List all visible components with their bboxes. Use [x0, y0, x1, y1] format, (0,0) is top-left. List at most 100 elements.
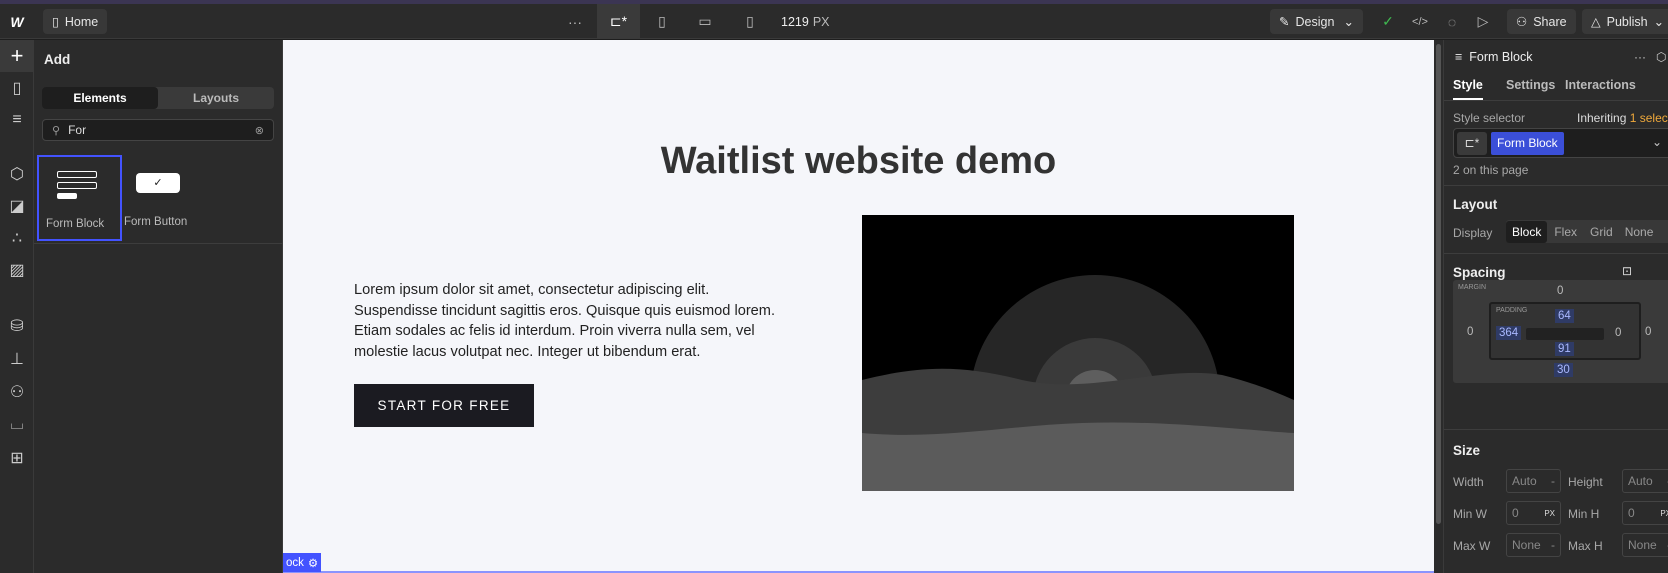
element-name: Form Block: [1469, 50, 1533, 64]
max-width-input[interactable]: None -: [1506, 533, 1561, 557]
cms-database-icon[interactable]: ⛁: [0, 310, 34, 342]
style-selectors-icon[interactable]: ◪: [0, 190, 34, 222]
rocket-icon: △: [1591, 15, 1601, 29]
inheriting-info[interactable]: Inheriting 1 selecto: [1577, 111, 1668, 125]
tab-elements[interactable]: Elements: [42, 87, 158, 109]
unit[interactable]: PX: [1544, 509, 1555, 518]
code-icon[interactable]: </>: [1410, 4, 1430, 39]
hero-paragraph[interactable]: Lorem ipsum dolor sit amet, consectetur …: [354, 280, 789, 362]
padding-bottom[interactable]: 91: [1555, 342, 1574, 356]
form-block-icon-line: [57, 182, 97, 189]
form-button-check-icon: ✓: [136, 173, 180, 193]
max-height-input[interactable]: None-: [1622, 533, 1668, 557]
search-value: For: [68, 123, 87, 137]
left-icon-rail: + ▯ ≡ ⬡ ◪ ∴ ▨ ⛁ ⊥ ⚇ ⌴ ⊞: [0, 40, 34, 573]
page-selector[interactable]: ▯ Home: [43, 9, 108, 34]
max-width-value: None: [1512, 538, 1541, 552]
height-label: Height: [1568, 475, 1603, 489]
navigator-icon[interactable]: ≡: [0, 104, 34, 136]
desktop-breakpoint-icon[interactable]: ⊏*: [597, 4, 640, 39]
clear-search-icon[interactable]: ⊗: [255, 124, 264, 137]
spacing-section-title[interactable]: Spacing: [1453, 265, 1506, 280]
design-canvas[interactable]: Waitlist website demo Lorem ipsum dolor …: [283, 40, 1434, 573]
chevron-down-icon[interactable]: ⌄: [1652, 135, 1662, 149]
assets-image-icon[interactable]: ▨: [0, 254, 34, 286]
element-label: Form Block: [46, 218, 105, 230]
apps-icon[interactable]: ⊞: [0, 442, 34, 474]
top-bar: W ▯ Home ··· ⊏* ▯ ▭ ▯ 1219 PX ✎ Design ⌄ ✓ <…: [0, 4, 1668, 39]
min-width-input[interactable]: 0 PX: [1506, 501, 1561, 525]
spacing-toggle-icon[interactable]: ⊡: [1622, 264, 1632, 278]
height-input[interactable]: Auto-: [1622, 469, 1668, 493]
margin-box[interactable]: MARGIN 0 0 0 30 PADDING 64 364 0 91: [1453, 280, 1668, 383]
publish-button[interactable]: △ Publish ⌄: [1582, 9, 1668, 34]
page-heading[interactable]: Waitlist website demo: [283, 140, 1434, 183]
tab-style[interactable]: Style: [1453, 78, 1483, 100]
mobile-portrait-breakpoint-icon[interactable]: ▯: [740, 4, 760, 39]
width-unit: PX: [812, 14, 830, 29]
tab-layouts[interactable]: Layouts: [158, 87, 274, 109]
hero-image-placeholder[interactable]: [862, 215, 1294, 491]
element-form-block[interactable]: Form Block: [37, 155, 122, 241]
max-height-label: Max H: [1568, 539, 1603, 553]
component-cube-icon[interactable]: ⬡: [1656, 50, 1666, 64]
page-name: Home: [64, 14, 99, 29]
margin-top[interactable]: 0: [1557, 285, 1563, 297]
share-button[interactable]: ⚇ Share: [1507, 9, 1576, 34]
comment-icon[interactable]: ◌: [1442, 4, 1462, 39]
selector-chip[interactable]: Form Block: [1491, 132, 1564, 155]
gear-icon[interactable]: ⚙: [308, 556, 318, 570]
add-plus-icon[interactable]: +: [0, 40, 34, 72]
ecommerce-basket-icon[interactable]: ⌴: [0, 409, 34, 441]
margin-right[interactable]: 0: [1645, 326, 1651, 338]
padding-left[interactable]: 364: [1496, 326, 1522, 340]
more-icon[interactable]: ···: [1634, 50, 1646, 64]
tablet-breakpoint-icon[interactable]: ▯: [652, 4, 672, 39]
margin-left[interactable]: 0: [1467, 326, 1473, 338]
page-icon: ▯: [52, 15, 59, 29]
logic-flow-icon[interactable]: ⊥: [0, 343, 34, 375]
selected-element-header: ≡ Form Block: [1455, 50, 1533, 64]
display-none[interactable]: None: [1619, 221, 1660, 243]
pages-icon[interactable]: ▯: [0, 72, 34, 104]
webflow-logo-icon[interactable]: W: [0, 4, 34, 39]
style-panel: ≡ Form Block ··· ⬡ Style Settings Interac…: [1443, 40, 1668, 573]
preview-play-icon[interactable]: ▷: [1473, 4, 1493, 39]
form-block-icon: ≡: [1455, 50, 1463, 64]
variables-drops-icon[interactable]: ∴: [0, 222, 34, 254]
divider: [1444, 253, 1668, 254]
canvas-scrollbar[interactable]: [1434, 40, 1443, 573]
selected-element-label[interactable]: ock ⚙: [283, 553, 322, 572]
display-block[interactable]: Block: [1506, 220, 1548, 243]
unit[interactable]: PX: [1660, 509, 1668, 518]
search-input[interactable]: ⚲ For ⊗: [42, 119, 274, 141]
padding-top[interactable]: 64: [1555, 309, 1574, 323]
padding-box[interactable]: PADDING 64 364 0 91: [1489, 302, 1641, 360]
on-page-count: 2 on this page: [1453, 163, 1529, 177]
more-button[interactable]: ···: [560, 4, 590, 39]
users-icon[interactable]: ⚇: [0, 376, 34, 408]
mode-dropdown[interactable]: ✎ Design ⌄: [1270, 9, 1363, 34]
start-for-free-button[interactable]: START FOR FREE: [354, 384, 534, 427]
breakpoint-icon: ⊏*: [1457, 132, 1487, 155]
mobile-landscape-breakpoint-icon[interactable]: ▭: [695, 4, 715, 39]
width-input[interactable]: Auto -: [1506, 469, 1561, 493]
element-form-button[interactable]: ✓ Form Button: [124, 155, 209, 241]
display-grid[interactable]: Grid: [1584, 221, 1619, 243]
check-status-icon[interactable]: ✓: [1378, 4, 1398, 39]
components-cube-icon[interactable]: ⬡: [0, 158, 34, 190]
size-section-title[interactable]: Size: [1453, 443, 1480, 458]
tab-settings[interactable]: Settings: [1506, 78, 1555, 92]
scrollbar-thumb[interactable]: [1436, 44, 1441, 524]
min-height-input[interactable]: 0 PX: [1622, 501, 1668, 525]
padding-right[interactable]: 0: [1615, 327, 1621, 339]
style-selector-input[interactable]: ⊏* Form Block ⌄: [1453, 128, 1668, 158]
brush-icon: ✎: [1279, 15, 1290, 29]
chevron-down-icon: ⌄: [1343, 15, 1354, 29]
tab-interactions[interactable]: Interactions: [1565, 78, 1636, 92]
element-label: Form Button: [124, 216, 188, 228]
width-value: Auto: [1512, 474, 1537, 488]
layout-section-title[interactable]: Layout: [1453, 197, 1497, 212]
margin-bottom[interactable]: 30: [1554, 363, 1573, 377]
display-flex[interactable]: Flex: [1547, 221, 1584, 243]
